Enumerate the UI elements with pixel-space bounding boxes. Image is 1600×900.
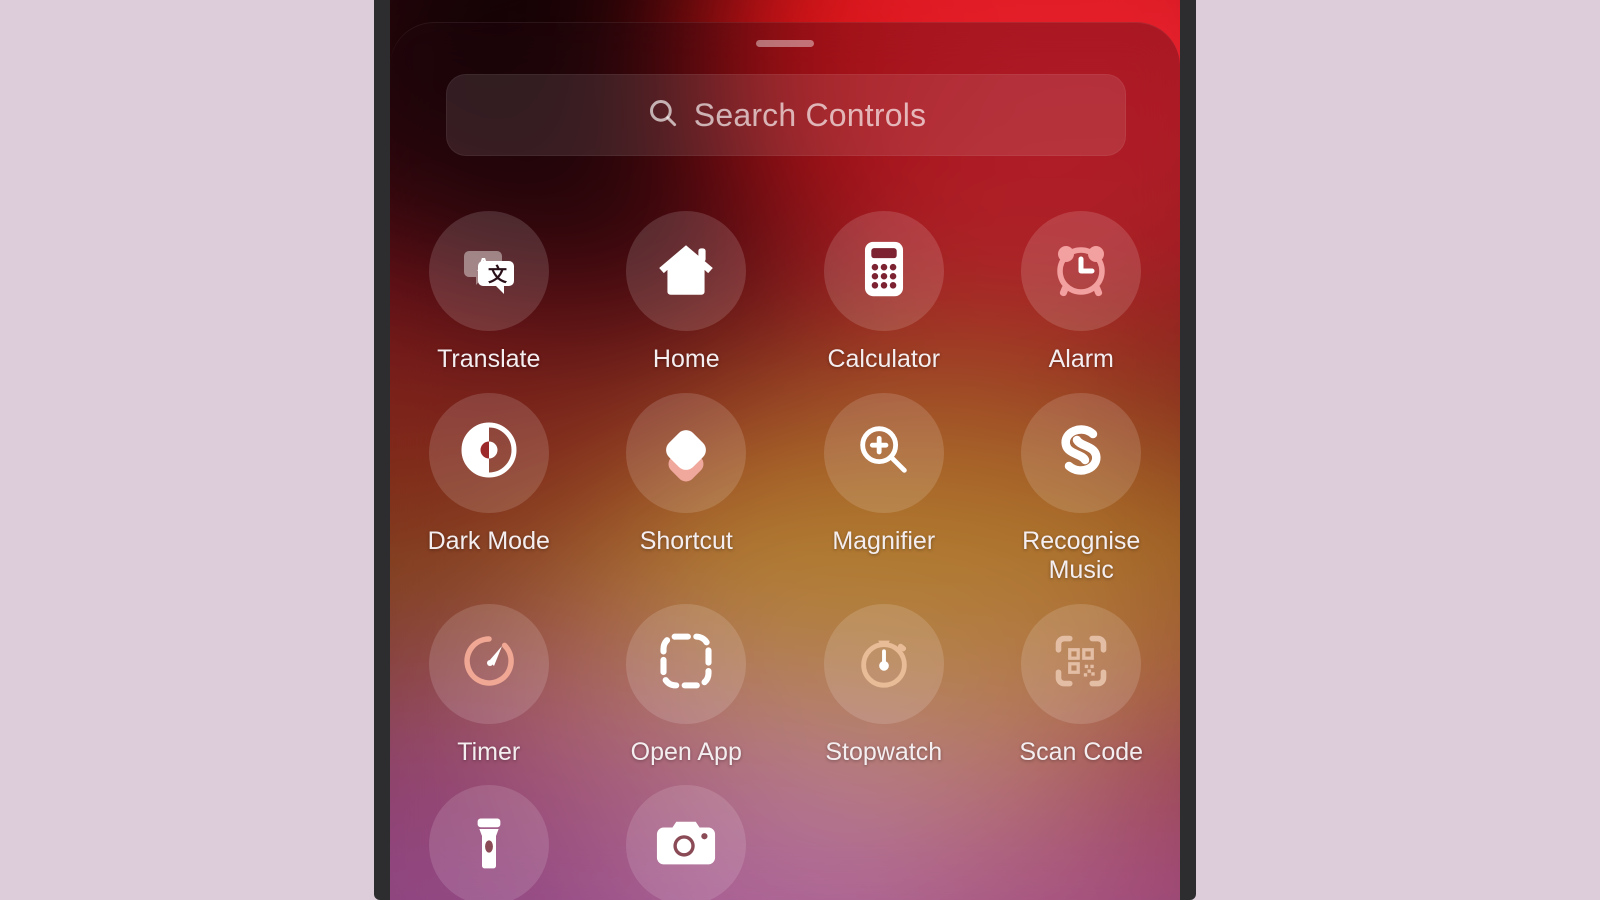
alarm-icon	[1049, 237, 1113, 306]
control-tile-empty-3	[785, 771, 983, 900]
open-app-icon	[656, 631, 716, 696]
control-label: Magnifier	[832, 526, 936, 555]
control-label: Scan Code	[1019, 737, 1144, 766]
scan-code-icon	[1051, 631, 1111, 696]
search-icon	[646, 96, 680, 135]
stopwatch-icon	[853, 630, 915, 697]
control-tile-recognise-music[interactable]: Recognise Music	[983, 379, 1181, 586]
dark-mode-icon	[457, 418, 521, 487]
search-controls-field[interactable]: Search Controls	[446, 74, 1126, 156]
magnifier-icon	[853, 419, 915, 486]
control-tile-magnifier[interactable]: Magnifier	[785, 379, 983, 586]
timer-icon	[457, 629, 521, 698]
home-icon	[653, 236, 719, 307]
control-tile-shortcut[interactable]: Shortcut	[588, 379, 786, 586]
control-label: Calculator	[827, 345, 941, 373]
control-icon-wrap	[1021, 603, 1142, 724]
flashlight-icon	[461, 815, 517, 876]
control-icon-wrap	[823, 211, 944, 331]
controls-gallery-sheet: Search Controls A	[390, 22, 1180, 900]
control-tile-scan-code[interactable]: Scan Code	[983, 590, 1181, 768]
control-icon-wrap	[428, 603, 549, 724]
control-label: Translate	[437, 345, 541, 373]
phone-device-frame: Search Controls A	[374, 0, 1196, 900]
control-icon-wrap	[626, 211, 747, 331]
control-label: Shortcut	[639, 526, 733, 555]
calculator-icon	[855, 240, 913, 303]
control-tile-dark-mode[interactable]: Dark Mode	[390, 379, 588, 586]
search-placeholder-text: Search Controls	[693, 96, 927, 133]
sheet-grabber-handle[interactable]	[756, 40, 814, 47]
control-icon-wrap: A 文	[428, 211, 549, 331]
control-label: Home	[652, 345, 720, 373]
control-icon-wrap	[823, 392, 944, 513]
control-tile-translate[interactable]: A 文 Translate	[390, 197, 588, 375]
control-label: Open App	[630, 737, 742, 766]
control-tile-calculator[interactable]: Calculator	[785, 197, 983, 375]
phone-screen: Search Controls A	[390, 0, 1180, 900]
control-label: Timer	[457, 737, 521, 766]
control-tile-camera[interactable]	[588, 771, 786, 900]
control-icon-wrap	[1021, 211, 1142, 331]
controls-grid: A 文 Translate	[390, 197, 1180, 900]
control-icon-wrap	[428, 392, 549, 513]
control-tile-open-app[interactable]: Open App	[588, 590, 786, 768]
control-icon-wrap	[626, 603, 747, 724]
control-icon-wrap	[1021, 392, 1142, 513]
control-icon-wrap	[626, 392, 747, 513]
shortcut-icon	[654, 418, 718, 487]
screenshot-stage: Search Controls A	[0, 0, 1600, 900]
translate-icon: A 文	[457, 237, 521, 306]
control-label: Recognise Music	[1022, 526, 1141, 585]
control-tile-empty-4	[983, 771, 1181, 900]
control-label: Dark Mode	[427, 526, 550, 555]
camera-icon	[655, 812, 717, 879]
shazam-icon	[1049, 418, 1113, 487]
control-tile-timer[interactable]: Timer	[390, 590, 588, 768]
control-tile-flashlight[interactable]	[390, 771, 588, 900]
control-tile-home[interactable]: Home	[588, 197, 786, 375]
svg-text:文: 文	[488, 263, 508, 286]
control-icon-wrap	[626, 785, 747, 900]
control-label: Stopwatch	[825, 737, 943, 766]
control-tile-stopwatch[interactable]: Stopwatch	[785, 590, 983, 768]
control-tile-alarm[interactable]: Alarm	[983, 197, 1181, 375]
control-label: Alarm	[1048, 345, 1114, 373]
control-icon-wrap	[823, 603, 944, 724]
control-icon-wrap	[428, 785, 549, 900]
